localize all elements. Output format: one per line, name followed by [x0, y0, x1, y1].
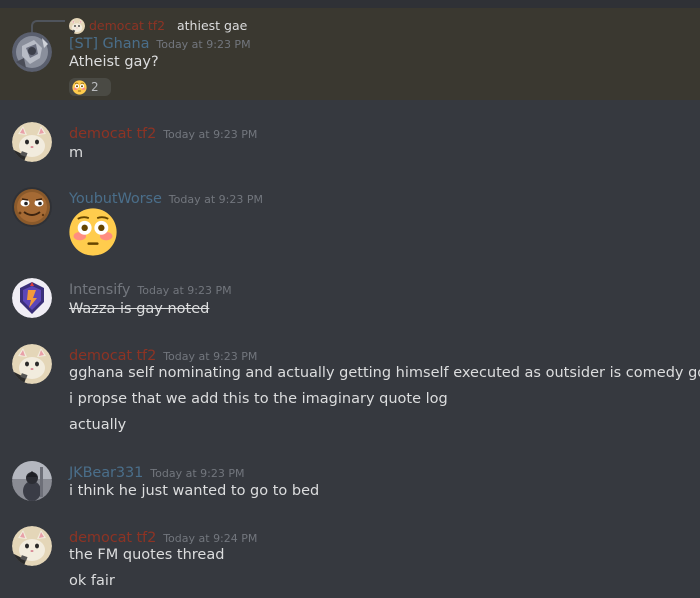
message-header: democat tf2 Today at 9:23 PM [69, 123, 257, 142]
timestamp[interactable]: Today at 9:24 PM [163, 532, 257, 545]
reaction-count: 2 [91, 80, 99, 94]
reaction-button[interactable]: 2 [69, 78, 111, 96]
message-intensify[interactable]: Intensify Today at 9:23 PM Wazza is gay n… [0, 276, 700, 324]
avatar[interactable] [12, 278, 52, 318]
timestamp[interactable]: Today at 9:23 PM [163, 128, 257, 141]
username[interactable]: [ST] Ghana [69, 36, 149, 52]
flushed-face-icon [72, 80, 87, 95]
username[interactable]: JKBear331 [69, 465, 143, 481]
message-text: Wazza is gay noted [69, 301, 210, 317]
message-democat-1[interactable]: democat tf2 Today at 9:23 PM m [0, 120, 700, 168]
reply-author[interactable]: democat tf2 [89, 18, 165, 33]
flushed-face-icon [68, 207, 118, 257]
avatar[interactable] [12, 187, 52, 227]
message-ghana[interactable]: democat tf2 athiest gae [ST] Ghana Today … [0, 8, 700, 100]
message-youbutworse[interactable]: YoubutWorse Today at 9:23 PM [0, 185, 700, 260]
avatar[interactable] [12, 32, 52, 72]
username[interactable]: democat tf2 [69, 530, 156, 546]
message-democat-3[interactable]: democat tf2 Today at 9:24 PM the FM quote… [0, 524, 700, 598]
avatar[interactable] [12, 122, 52, 162]
username[interactable]: democat tf2 [69, 348, 156, 364]
timestamp[interactable]: Today at 9:23 PM [150, 467, 244, 480]
message-text: gghana self nominating and actually gett… [69, 365, 700, 381]
message-header: JKBear331 Today at 9:23 PM [69, 462, 244, 481]
avatar[interactable] [12, 526, 52, 566]
message-text: the FM quotes thread [69, 547, 225, 563]
timestamp[interactable]: Today at 9:23 PM [156, 38, 250, 51]
timestamp[interactable]: Today at 9:23 PM [163, 350, 257, 363]
message-header: democat tf2 Today at 9:23 PM [69, 345, 257, 364]
message-text: m [69, 145, 84, 161]
avatar[interactable] [12, 461, 52, 501]
timestamp[interactable]: Today at 9:23 PM [169, 193, 263, 206]
top-divider [0, 0, 700, 8]
reply-preview-text[interactable]: athiest gae [177, 18, 247, 33]
message-jkbear[interactable]: JKBear331 Today at 9:23 PM i think he jus… [0, 459, 700, 507]
username[interactable]: YoubutWorse [69, 191, 162, 207]
message-text: actually [69, 417, 127, 433]
message-democat-2[interactable]: democat tf2 Today at 9:23 PM gghana self … [0, 342, 700, 442]
timestamp[interactable]: Today at 9:23 PM [137, 284, 231, 297]
message-text: i propse that we add this to the imagina… [69, 391, 448, 407]
message-text: Atheist gay? [69, 54, 159, 70]
username[interactable]: democat tf2 [69, 126, 156, 142]
message-header: Intensify Today at 9:23 PM [69, 279, 232, 298]
reply-avatar[interactable] [69, 18, 85, 34]
username[interactable]: Intensify [69, 282, 130, 298]
message-text: ok fair [69, 573, 115, 589]
reply-connector [31, 20, 65, 32]
message-header: YoubutWorse Today at 9:23 PM [69, 188, 263, 207]
message-header: [ST] Ghana Today at 9:23 PM [69, 33, 251, 52]
avatar[interactable] [12, 344, 52, 384]
message-text: i think he just wanted to go to bed [69, 483, 320, 499]
chat-messages: democat tf2 athiest gae [ST] Ghana Today … [0, 0, 700, 598]
message-header: democat tf2 Today at 9:24 PM [69, 527, 257, 546]
